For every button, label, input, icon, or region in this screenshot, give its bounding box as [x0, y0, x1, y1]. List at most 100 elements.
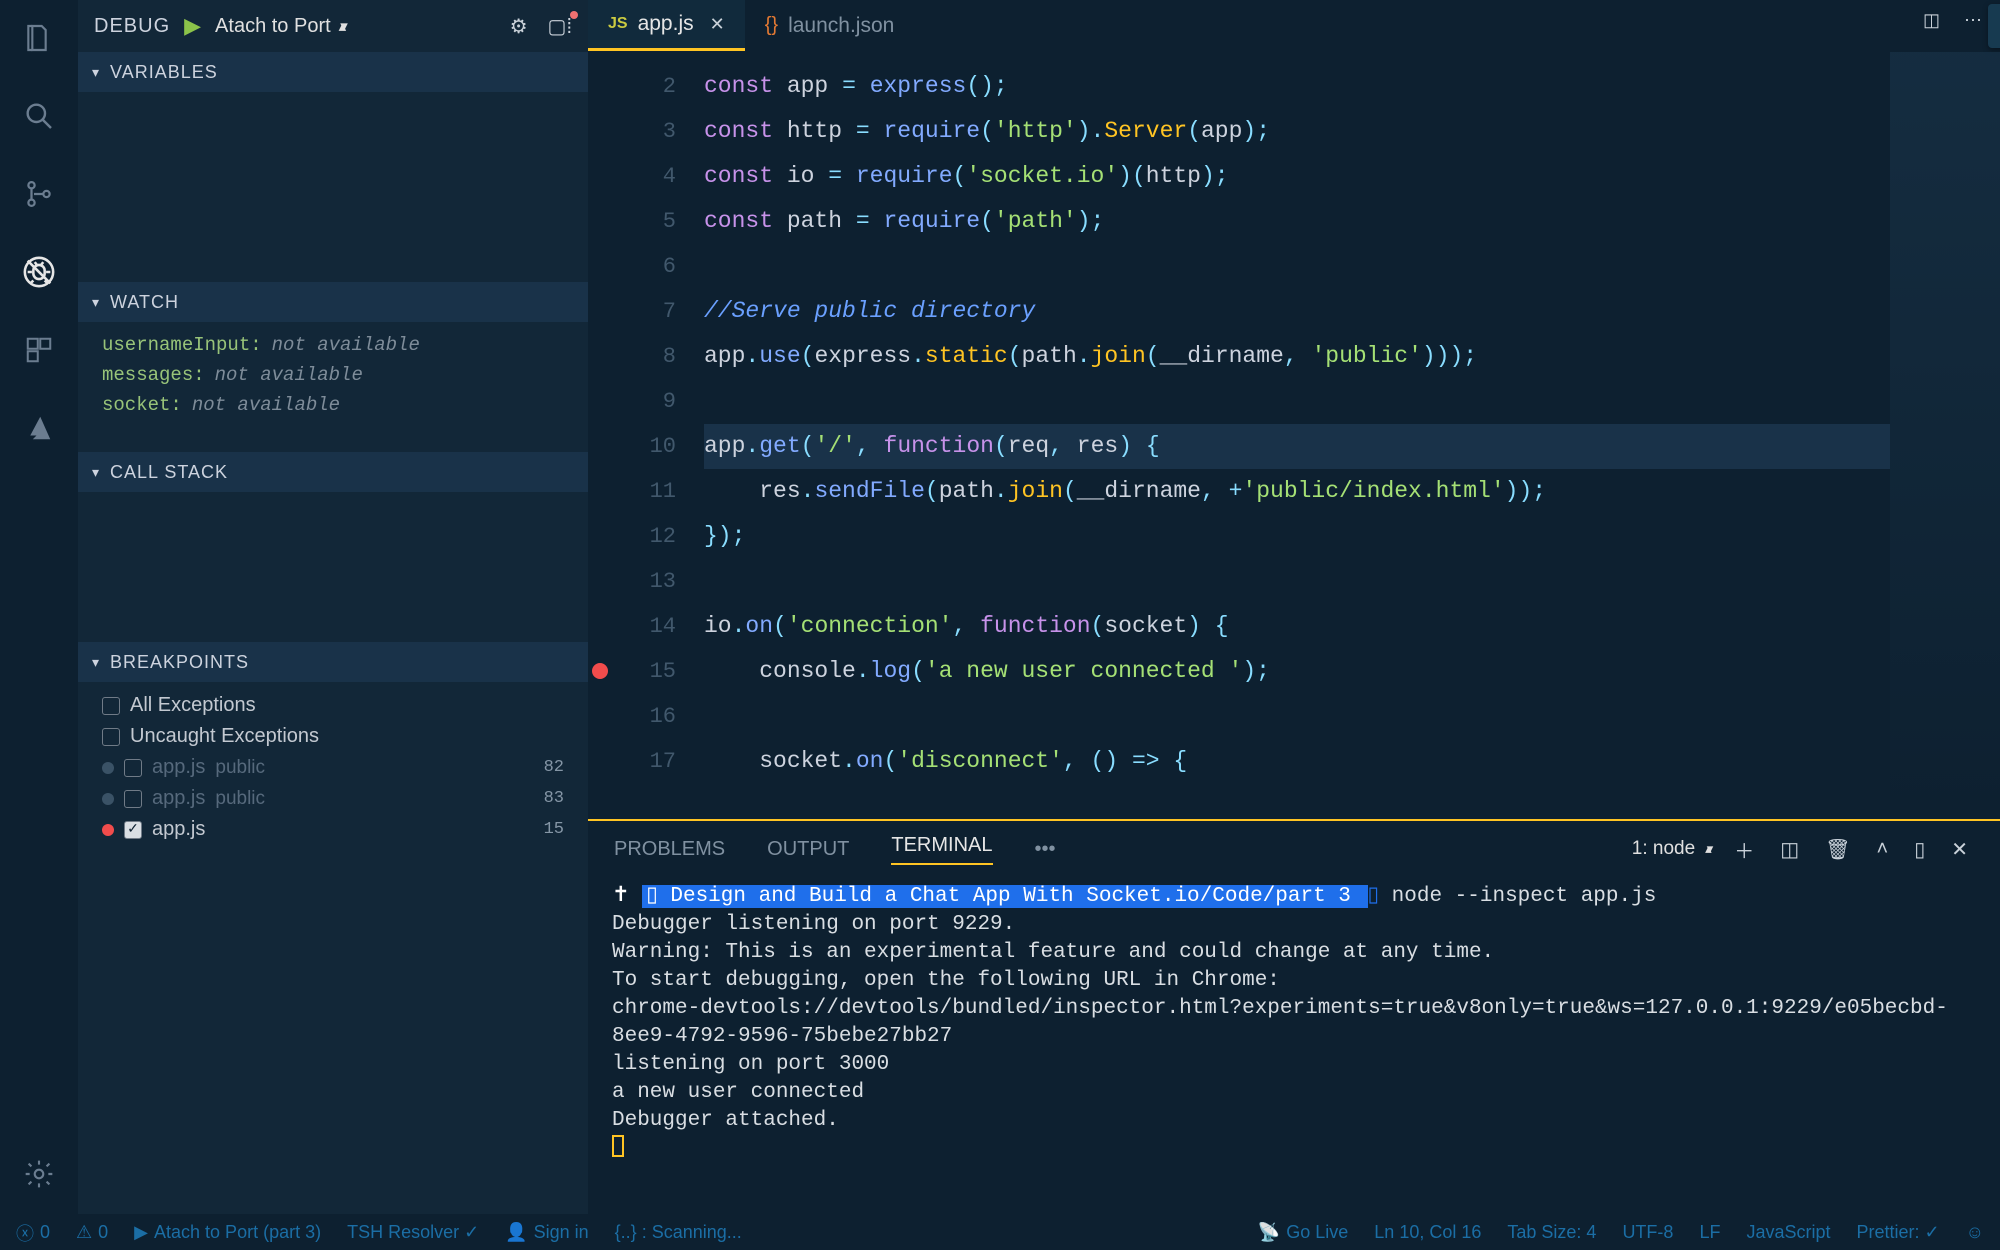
status-bar: ⓧ 0 ⚠ 0 ▶ Atach to Port (part 3) TSH Res… — [0, 1214, 2000, 1250]
checkbox-icon[interactable] — [102, 728, 120, 746]
line-number: 14 — [612, 604, 676, 649]
source-control-icon[interactable] — [19, 174, 59, 214]
status-scanning[interactable]: {..} : Scanning... — [615, 1222, 742, 1243]
start-debug-icon[interactable]: ▶ — [184, 13, 201, 39]
settings-gear-icon[interactable] — [19, 1154, 59, 1194]
breakpoint-label: Uncaught Exceptions — [130, 725, 319, 748]
breakpoint-item[interactable]: app.js public 82 — [96, 752, 576, 783]
checkbox-icon[interactable] — [102, 697, 120, 715]
status-encoding[interactable]: UTF-8 — [1622, 1222, 1673, 1243]
split-terminal-icon[interactable]: ◫ — [1780, 837, 1799, 862]
watch-name: usernameInput: — [102, 334, 262, 356]
code-line — [704, 244, 1890, 289]
watch-section-header[interactable]: ▾WATCH — [78, 282, 588, 322]
terminal[interactable]: ✝ ▯ Design and Build a Chat App With Soc… — [588, 877, 2000, 1214]
checkbox-icon[interactable]: ✓ — [124, 821, 142, 839]
breakpoint-item[interactable]: app.js public 83 — [96, 783, 576, 814]
kill-terminal-icon[interactable]: 🗑 — [1825, 837, 1850, 862]
breakpoint-line: 83 — [538, 789, 570, 808]
panel-tab-problems[interactable]: PROBLEMS — [614, 838, 725, 861]
terminal-line: Warning: This is an experimental feature… — [612, 939, 1976, 967]
breakpoints-section-header[interactable]: ▾BREAKPOINTS — [78, 642, 588, 682]
code-line: app.get('/', function(req, res) { — [704, 424, 1890, 469]
breakpoint-uncaught-exceptions[interactable]: Uncaught Exceptions — [96, 721, 576, 752]
variables-title: VARIABLES — [110, 62, 218, 83]
more-tabs-icon[interactable]: ••• — [1035, 838, 1056, 861]
status-signin[interactable]: 👤 Sign in — [505, 1222, 588, 1243]
watch-item[interactable]: messages: not available — [96, 360, 576, 390]
azure-icon[interactable] — [19, 408, 59, 448]
status-debug-launch[interactable]: ▶ Atach to Port (part 3) — [134, 1222, 321, 1243]
line-number: 7 — [612, 289, 676, 334]
callstack-section-header[interactable]: ▾CALL STACK — [78, 452, 588, 492]
debug-config-selector[interactable]: Atach to Port ▴▾ — [215, 15, 342, 38]
status-language[interactable]: JavaScript — [1746, 1222, 1830, 1243]
status-go-live[interactable]: 📡 Go Live — [1258, 1222, 1348, 1243]
variables-section-header[interactable]: ▾VARIABLES — [78, 52, 588, 92]
line-number: 12 — [612, 514, 676, 559]
watch-name: socket: — [102, 394, 182, 416]
status-cursor-pos[interactable]: Ln 10, Col 16 — [1374, 1222, 1481, 1243]
search-icon[interactable] — [19, 96, 59, 136]
status-tsh-resolver[interactable]: TSH Resolver ✓ — [347, 1222, 479, 1243]
line-number: 16 — [612, 694, 676, 739]
breakpoint-file: app.js — [152, 787, 205, 810]
debug-console-icon[interactable]: ▢⁞ — [548, 14, 572, 39]
checkbox-icon[interactable] — [124, 790, 142, 808]
breakpoints-title: BREAKPOINTS — [110, 652, 249, 673]
terminal-line: Debugger attached. — [612, 1107, 1976, 1135]
line-number: 9 — [612, 379, 676, 424]
breakpoint-dot-icon — [102, 824, 114, 836]
explorer-icon[interactable] — [19, 18, 59, 58]
breakpoint-marker[interactable] — [592, 663, 608, 679]
breakpoint-line: 15 — [538, 820, 570, 839]
breakpoint-all-exceptions[interactable]: All Exceptions — [96, 690, 576, 721]
watch-item[interactable]: socket: not available — [96, 390, 576, 420]
more-actions-icon[interactable]: ⋯ — [1964, 10, 1982, 32]
line-number: 15 — [612, 649, 676, 694]
debug-icon[interactable] — [19, 252, 59, 292]
watch-item[interactable]: usernameInput: not available — [96, 330, 576, 360]
debug-toolbar[interactable]: ⋮⋮ ❚❚ ↷ ↓ ↑ ↻ — [1988, 4, 2000, 48]
breakpoint-item[interactable]: ✓ app.js 15 — [96, 814, 576, 845]
line-number: 13 — [612, 559, 676, 604]
toggle-panel-icon[interactable]: ▯ — [1914, 837, 1925, 862]
code-editor[interactable]: const app = express();const http = requi… — [694, 52, 1890, 819]
debug-settings-gear-icon[interactable]: ⚙ — [510, 14, 528, 39]
breakpoint-label: All Exceptions — [130, 694, 256, 717]
tab-app-js[interactable]: JS app.js ✕ — [588, 0, 745, 51]
split-editor-icon[interactable]: ◫ — [1923, 10, 1940, 32]
panel-tab-output[interactable]: OUTPUT — [767, 838, 849, 861]
close-icon[interactable]: ✕ — [710, 14, 725, 35]
js-file-icon: JS — [608, 15, 628, 33]
status-warnings[interactable]: ⚠ 0 — [76, 1222, 108, 1243]
tab-label: app.js — [638, 12, 694, 36]
checkbox-icon[interactable] — [124, 759, 142, 777]
status-eol[interactable]: LF — [1699, 1222, 1720, 1243]
new-terminal-icon[interactable]: ＋ — [1734, 835, 1754, 864]
breakpoint-gutter[interactable] — [588, 52, 612, 819]
close-panel-icon[interactable]: ✕ — [1951, 837, 1968, 862]
callstack-body — [78, 492, 588, 642]
terminal-command: node --inspect app.js — [1379, 885, 1656, 908]
terminal-selector[interactable]: 1: node ▴▾ — [1632, 838, 1708, 860]
extensions-icon[interactable] — [19, 330, 59, 370]
breakpoint-line: 82 — [538, 758, 570, 777]
status-prettier[interactable]: Prettier: ✓ — [1857, 1222, 1940, 1243]
terminal-selector-label: 1: node — [1632, 838, 1695, 860]
status-feedback-icon[interactable]: ☺ — [1966, 1222, 1984, 1243]
status-tab-size[interactable]: Tab Size: 4 — [1507, 1222, 1596, 1243]
code-line: const http = require('http').Server(app)… — [704, 109, 1890, 154]
status-errors[interactable]: ⓧ 0 — [16, 1220, 50, 1246]
terminal-line: listening on port 3000 — [612, 1051, 1976, 1079]
minimap[interactable] — [1890, 52, 2000, 819]
editor-tabs: JS app.js ✕ {} launch.json — [588, 0, 2000, 52]
panel-tabs: PROBLEMS OUTPUT TERMINAL ••• 1: node ▴▾ … — [588, 821, 2000, 877]
panel-tab-terminal[interactable]: TERMINAL — [891, 834, 992, 865]
maximize-panel-icon[interactable]: ˄ — [1877, 838, 1889, 861]
breakpoint-dot-icon — [102, 793, 114, 805]
tab-launch-json[interactable]: {} launch.json — [745, 0, 915, 51]
tab-label: launch.json — [788, 14, 894, 38]
breakpoint-folder: public — [215, 788, 265, 810]
debug-sidebar: DEBUG ▶ Atach to Port ▴▾ ⚙ ▢⁞ ▾VARIABLES… — [78, 0, 588, 1214]
